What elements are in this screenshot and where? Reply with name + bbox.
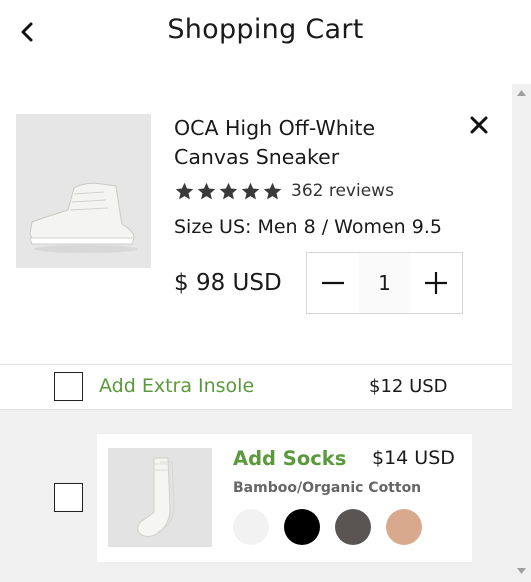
swatch-charcoal[interactable] <box>335 509 371 545</box>
socks-addon-card: Add Socks $14 USD Bamboo/Organic Cotton <box>97 434 472 562</box>
sneaker-image <box>16 114 151 268</box>
color-swatches <box>233 509 422 545</box>
swatch-white[interactable] <box>233 509 269 545</box>
product-name[interactable]: OCA High Off-White Canvas Sneaker <box>174 114 434 172</box>
swatch-peach[interactable] <box>386 509 422 545</box>
cart-item: OCA High Off-White Canvas Sneaker 362 re… <box>0 84 512 364</box>
socks-picture <box>108 448 212 547</box>
size-info: Size US: Men 8 / Women 9.5 <box>174 216 442 238</box>
insole-checkbox[interactable] <box>54 372 83 401</box>
product-name-line-1: OCA High Off-White <box>174 116 376 140</box>
scroll-down-arrow-icon[interactable] <box>517 568 526 574</box>
socks-image <box>108 448 212 547</box>
quantity-stepper: 1 <box>306 252 463 314</box>
star-icon <box>219 182 238 199</box>
insole-addon-price: $12 USD <box>369 376 448 397</box>
star-rating <box>174 181 283 202</box>
page-title: Shopping Cart <box>167 14 364 45</box>
insole-addon-row: Add Extra Insole $12 USD <box>0 364 512 410</box>
rating-row[interactable]: 362 reviews <box>174 180 394 202</box>
remove-item-button[interactable] <box>468 114 490 136</box>
star-icon <box>175 182 194 199</box>
star-icon <box>197 182 216 199</box>
quantity-value[interactable]: 1 <box>358 253 411 313</box>
socks-checkbox[interactable] <box>54 483 83 512</box>
scrollbar[interactable] <box>512 84 531 582</box>
close-icon <box>470 116 488 134</box>
swatch-black[interactable] <box>284 509 320 545</box>
product-name-line-2: Canvas Sneaker <box>174 145 340 169</box>
scroll-up-arrow-icon[interactable] <box>517 90 526 96</box>
minus-icon <box>321 281 344 285</box>
review-count[interactable]: 362 reviews <box>291 181 394 201</box>
star-icon <box>241 182 260 199</box>
star-icon <box>263 182 282 199</box>
item-price: $ 98 USD <box>174 270 282 296</box>
insole-addon-label[interactable]: Add Extra Insole <box>99 375 254 397</box>
socks-addon-price: $14 USD <box>372 447 455 469</box>
app-header: Shopping Cart <box>0 0 531 84</box>
socks-addon-label[interactable]: Add Socks <box>233 447 346 470</box>
decrease-quantity-button[interactable] <box>307 253 359 313</box>
socks-material: Bamboo/Organic Cotton <box>233 480 422 496</box>
increase-quantity-button[interactable] <box>410 253 462 313</box>
plus-icon <box>425 272 448 294</box>
product-image <box>16 114 151 268</box>
